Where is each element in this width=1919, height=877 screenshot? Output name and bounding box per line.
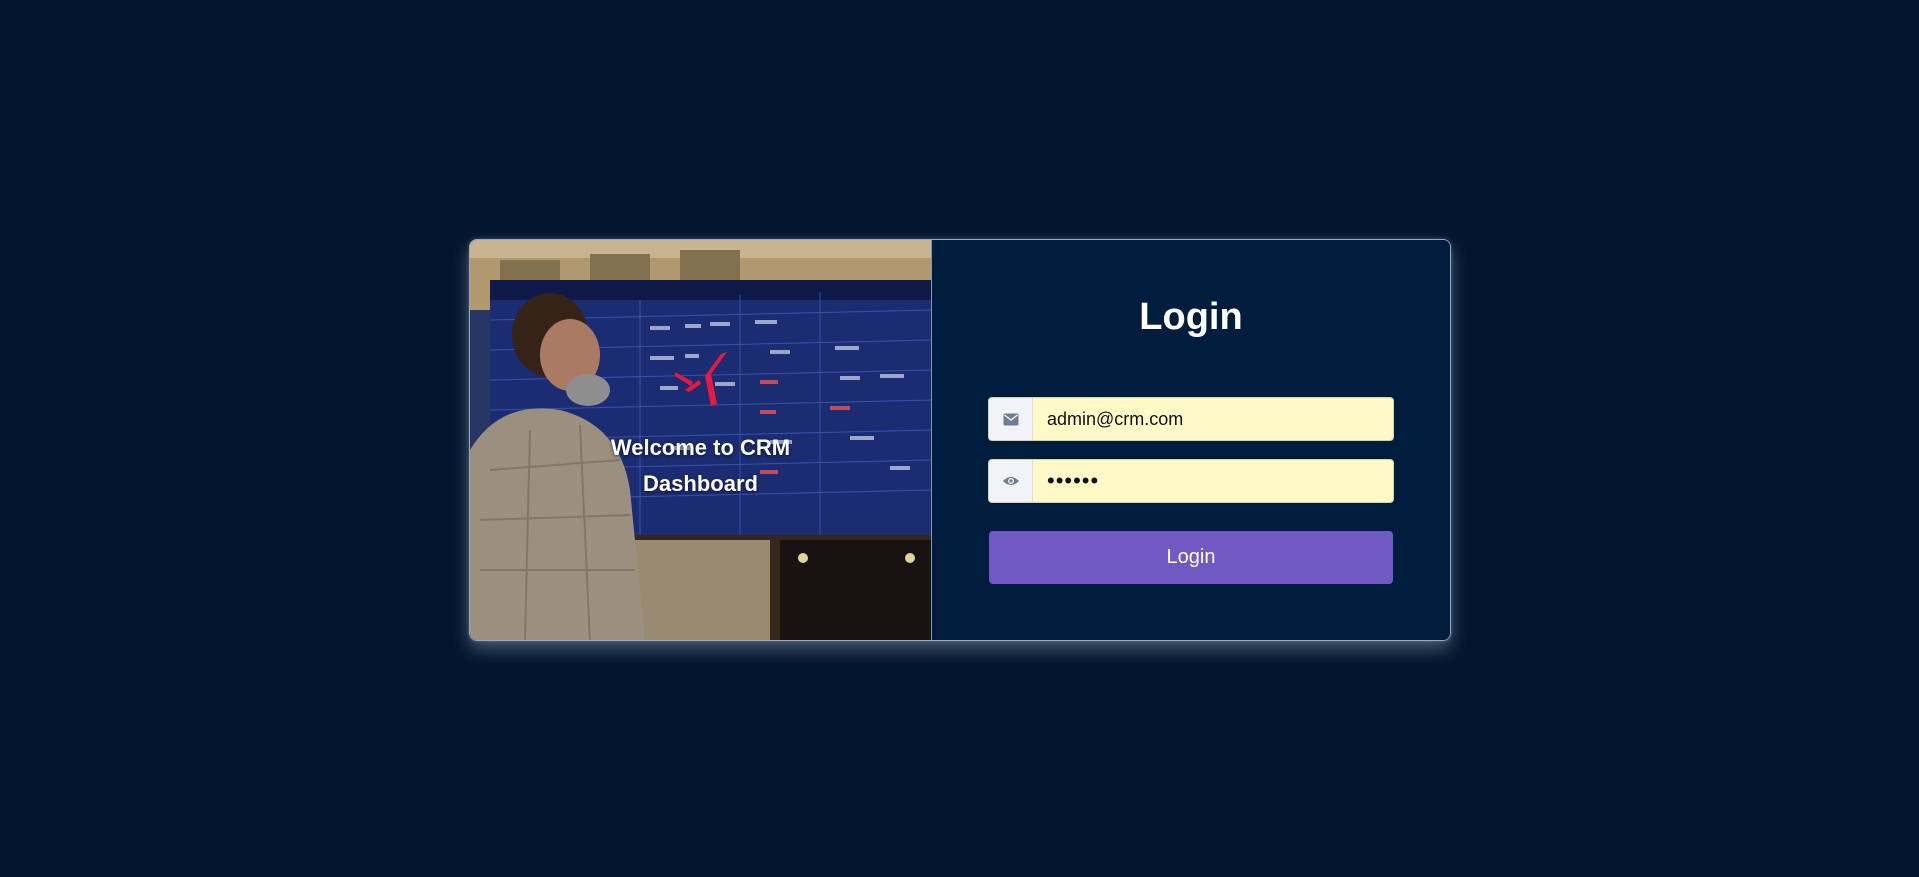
hero-panel: Welcome to CRM Dashboard xyxy=(470,240,932,640)
password-field[interactable] xyxy=(988,459,1394,503)
login-form-panel: Login Login xyxy=(932,240,1450,640)
login-card: Welcome to CRM Dashboard Login admin@crm… xyxy=(469,239,1451,641)
crm-logo-icon xyxy=(674,352,727,406)
password-input[interactable] xyxy=(1033,460,1393,502)
form-title: Login xyxy=(1139,296,1243,338)
hero-overlay: Welcome to CRM Dashboard xyxy=(470,240,931,640)
email-field[interactable] xyxy=(988,397,1394,441)
eye-icon[interactable] xyxy=(989,460,1033,502)
email-input[interactable] xyxy=(1033,398,1393,440)
envelope-icon xyxy=(989,398,1033,440)
login-button[interactable]: Login xyxy=(989,531,1393,584)
welcome-text: Welcome to CRM Dashboard xyxy=(610,435,791,496)
